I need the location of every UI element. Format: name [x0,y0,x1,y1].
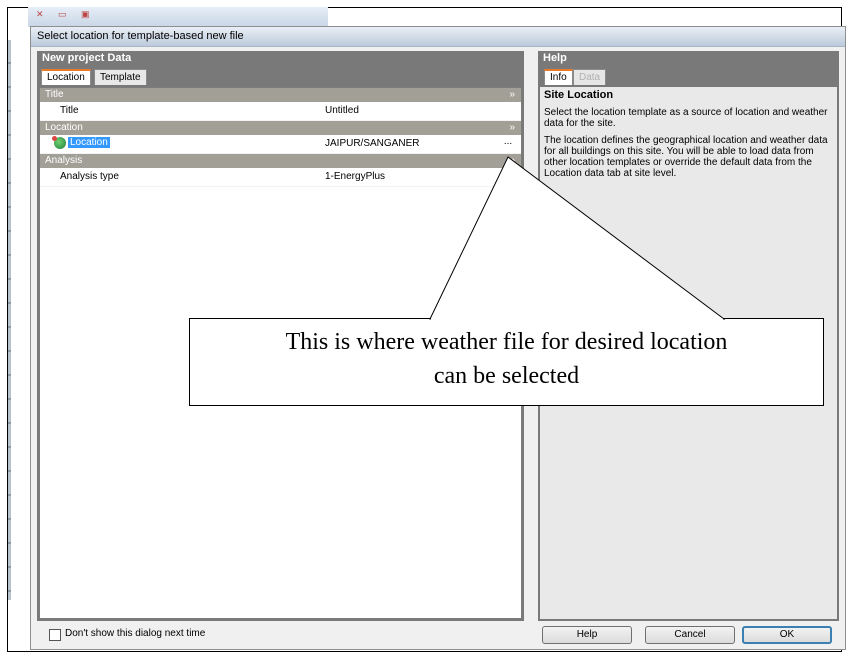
help-tab-strip: Info Data [538,67,839,85]
panel-header-new-project: New project Data [37,51,524,67]
annotation-line-2: can be selected [433,363,580,389]
help-button[interactable]: Help [542,626,632,644]
panel-header-help: Help [538,51,839,67]
category-analysis-label: Analysis [45,155,83,166]
dont-show-checkbox[interactable] [49,629,61,641]
tab-location[interactable]: Location [41,69,91,85]
title-value[interactable]: Untitled [325,105,359,116]
browse-location-button[interactable]: ... [501,137,515,150]
tab-data[interactable]: Data [573,69,607,85]
dropdown-arrow-icon[interactable]: ▼ [502,172,510,181]
property-row-analysis-type[interactable]: Analysis type 1-EnergyPlus ▼ [40,168,521,187]
property-name: Title [60,105,79,116]
ok-button[interactable]: OK [742,626,832,644]
tab-info[interactable]: Info [544,69,573,85]
property-row-title[interactable]: Title Untitled [40,102,521,121]
background-window-edge [8,40,11,600]
category-location-label: Location [45,122,83,133]
scrollbar-thumb[interactable] [512,293,520,313]
annotation-callout: This is where weather file for desired l… [189,318,824,406]
property-name: Analysis type [60,171,119,182]
tab-template[interactable]: Template [94,69,147,85]
collapse-chevron-icon[interactable]: » [509,154,515,168]
analysis-type-select[interactable]: 1-EnergyPlus [325,171,385,182]
annotation-line-1: This is where weather file for desired l… [285,329,728,355]
dont-show-label[interactable]: Don't show this dialog next time [65,628,205,639]
category-analysis[interactable]: Analysis » [40,154,521,168]
cancel-button[interactable]: Cancel [645,626,735,644]
help-paragraph: The location defines the geographical lo… [544,135,828,179]
left-tab-strip: Location Template [37,67,524,85]
category-title-label: Title [45,89,64,100]
dialog-title: Select location for template-based new f… [31,27,845,47]
globe-location-icon [52,136,66,149]
category-location[interactable]: Location » [40,121,521,135]
property-row-location[interactable]: Location JAIPUR/SANGANER ... [40,135,521,154]
dialog-footer: Don't show this dialog next time Help Ca… [31,623,845,649]
location-value[interactable]: JAIPUR/SANGANER [325,138,419,149]
collapse-chevron-icon[interactable]: » [509,121,515,135]
category-title[interactable]: Title » [40,88,521,102]
help-title: Site Location [544,89,614,101]
collapse-chevron-icon[interactable]: » [509,88,515,102]
background-toolbar-icons: ✕ ▭ ▣ [36,9,96,19]
help-paragraph: Select the location template as a source… [544,107,828,129]
property-name: Location [68,137,110,148]
